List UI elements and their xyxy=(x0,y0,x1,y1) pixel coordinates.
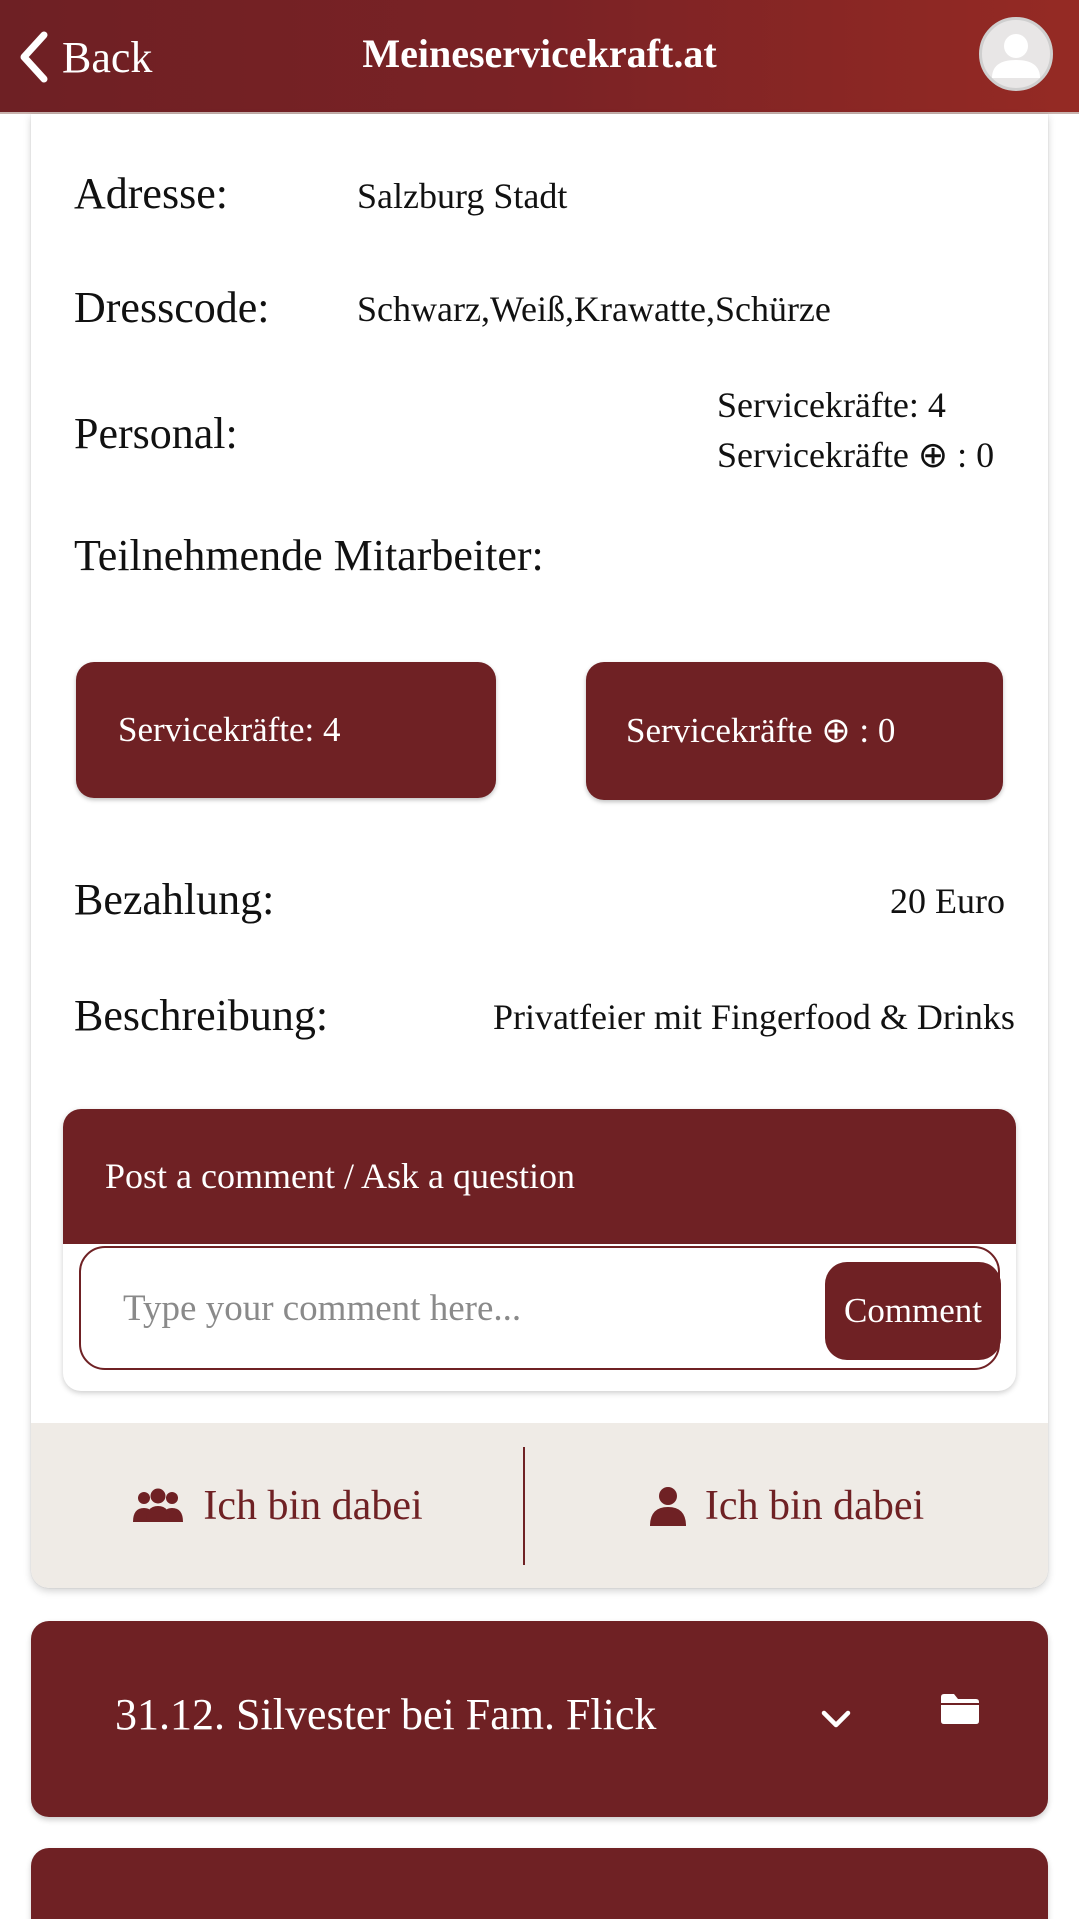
servicekraefte-plus-button-label: Servicekräfte ⊕ : 0 xyxy=(586,711,895,751)
personal-plus-suffix: : 0 xyxy=(957,435,995,475)
join-single-button[interactable]: Ich bin dabei xyxy=(525,1423,1048,1588)
comment-header: Post a comment / Ask a question xyxy=(63,1109,1016,1244)
servicekraefte-plus-suffix: : 0 xyxy=(859,711,896,750)
personal-plus-prefix: Servicekräfte xyxy=(717,435,909,475)
comment-input[interactable] xyxy=(101,1266,781,1350)
personal-label: Personal: xyxy=(74,409,238,458)
comment-panel: Post a comment / Ask a question Comment xyxy=(63,1109,1016,1391)
servicekraefte-plus-button[interactable]: Servicekräfte ⊕ : 0 xyxy=(586,662,1003,800)
payment-value: 20 Euro xyxy=(890,881,1005,921)
join-single-label: Ich bin dabei xyxy=(704,1482,925,1529)
folder-icon[interactable] xyxy=(939,1691,981,1725)
description-label: Beschreibung: xyxy=(74,991,329,1040)
personal-servicekraefte: Servicekräfte: 4 xyxy=(717,385,946,425)
join-group-button[interactable]: Ich bin dabei xyxy=(31,1423,523,1588)
payment-label: Bezahlung: xyxy=(74,875,275,924)
join-group-label: Ich bin dabei xyxy=(203,1482,423,1529)
join-bar: Ich bin dabei Ich bin dabei xyxy=(31,1423,1048,1588)
description-value: Privatfeier mit Fingerfood & Drinks xyxy=(493,997,1015,1037)
personal-servicekraefte-plus: Servicekräfte ⊕ : 0 xyxy=(717,434,994,476)
comment-button[interactable]: Comment xyxy=(825,1262,1001,1360)
dresscode-label: Dresscode: xyxy=(74,283,270,332)
event-title: 31.12. Silvester bei Fam. Flick xyxy=(115,1690,657,1739)
user-avatar-icon[interactable] xyxy=(979,17,1053,91)
comment-input-wrapper: Comment xyxy=(79,1246,1001,1370)
event-section-next[interactable] xyxy=(31,1848,1048,1919)
servicekraefte-button-label: Servicekräfte: 4 xyxy=(118,710,341,749)
servicekraefte-plus-prefix: Servicekräfte xyxy=(626,711,813,750)
person-silhouette-icon xyxy=(992,34,1040,78)
app-title: Meineservicekraft.at xyxy=(362,31,717,76)
dresscode-value: Schwarz,Weiß,Krawatte,Schürze xyxy=(357,289,831,329)
participants-label: Teilnehmende Mitarbeiter: xyxy=(74,531,544,580)
address-label: Adresse: xyxy=(74,169,228,218)
chevron-down-icon[interactable] xyxy=(820,1709,852,1731)
circled-plus-icon: ⊕ xyxy=(821,711,851,751)
event-detail-card: Adresse: Salzburg Stadt Dresscode: Schwa… xyxy=(31,114,1048,1588)
circled-plus-icon: ⊕ xyxy=(917,435,949,476)
event-section[interactable]: 31.12. Silvester bei Fam. Flick xyxy=(31,1621,1048,1817)
servicekraefte-button[interactable]: Servicekräfte: 4 xyxy=(76,662,496,798)
users-group-icon xyxy=(133,1488,184,1522)
top-bar: Back Meineservicekraft.at xyxy=(0,0,1079,114)
address-value: Salzburg Stadt xyxy=(357,176,568,216)
user-icon xyxy=(649,1486,686,1526)
